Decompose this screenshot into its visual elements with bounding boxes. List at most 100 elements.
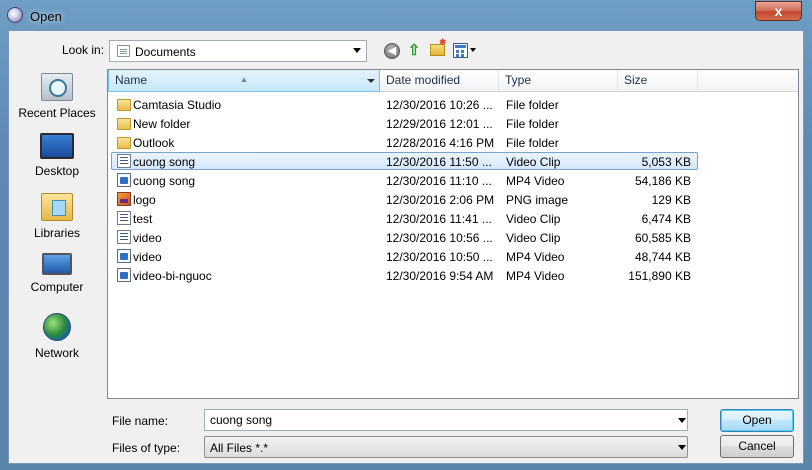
column-size-label: Size xyxy=(624,73,648,87)
file-name-input[interactable]: cuong song xyxy=(204,409,688,431)
file-row[interactable]: New folder 12/29/2016 12:01 ... File folde… xyxy=(108,114,798,133)
file-date: 12/29/2016 12:01 ... xyxy=(386,117,493,131)
file-name: video xyxy=(133,231,162,245)
up-folder-icon[interactable]: ⇧ xyxy=(406,42,422,60)
column-header-date[interactable]: Date modified xyxy=(380,70,499,92)
file-date: 12/28/2016 4:16 PM xyxy=(386,136,495,150)
column-header-blank xyxy=(698,70,798,92)
place-label: Network xyxy=(34,346,79,360)
file-size: 151,890 KB xyxy=(628,269,691,283)
file-list[interactable]: Name ▲ Date modified Type Size Camtasia … xyxy=(107,69,799,399)
column-type-label: Type xyxy=(505,73,532,87)
file-row[interactable]: Outlook 12/28/2016 4:16 PM File folder xyxy=(108,133,798,152)
folder-icon xyxy=(117,118,131,130)
new-folder-icon[interactable] xyxy=(430,37,447,56)
file-size: 60,585 KB xyxy=(634,231,691,245)
column-header-size[interactable]: Size xyxy=(618,70,698,92)
place-label: Computer xyxy=(30,280,84,294)
file-name: Outlook xyxy=(133,136,175,150)
mp4-video-icon xyxy=(117,268,131,282)
file-row[interactable]: video 12/30/2016 10:56 ... Video Clip 60,58… xyxy=(108,228,798,247)
place-label: Desktop xyxy=(34,164,80,178)
open-dialog: Open x Look in: Documents ◀ ⇧ Recent Pla… xyxy=(0,0,812,470)
cancel-button[interactable]: Cancel xyxy=(720,435,794,458)
file-date: 12/30/2016 10:56 ... xyxy=(386,231,493,245)
mp4-video-icon xyxy=(117,249,131,263)
video-clip-icon xyxy=(117,230,131,244)
file-type: PNG image xyxy=(506,193,569,207)
file-date: 12/30/2016 10:50 ... xyxy=(386,250,493,264)
place-label: Recent Places xyxy=(18,106,96,120)
file-type: File folder xyxy=(506,98,559,112)
chevron-down-icon[interactable] xyxy=(678,418,686,423)
file-row[interactable]: logo 12/30/2016 2:06 PM PNG image 129 KB xyxy=(108,190,798,209)
file-name: cuong song xyxy=(133,155,196,169)
file-row[interactable]: video-bi-nguoc 12/30/2016 9:54 AM MP4 Vide… xyxy=(108,266,798,285)
file-type-label: Files of type: xyxy=(112,441,181,455)
place-network[interactable]: Network xyxy=(11,309,103,365)
file-date: 12/30/2016 2:06 PM xyxy=(386,193,495,207)
place-desktop[interactable]: Desktop xyxy=(11,129,103,185)
open-button[interactable]: Open xyxy=(720,409,794,432)
place-recent-places[interactable]: Recent Places xyxy=(11,69,103,125)
file-name: New folder xyxy=(133,117,191,131)
network-icon xyxy=(43,313,71,341)
file-date: 12/30/2016 11:41 ... xyxy=(386,212,492,226)
views-menu-icon[interactable] xyxy=(453,43,468,58)
png-image-icon xyxy=(117,192,131,206)
file-name: Camtasia Studio xyxy=(133,98,222,112)
file-row[interactable]: test 12/30/2016 11:41 ... Video Clip 6,474 … xyxy=(108,209,798,228)
place-label: Libraries xyxy=(33,226,81,240)
video-clip-icon xyxy=(117,211,131,225)
folder-icon xyxy=(117,99,131,111)
libraries-icon xyxy=(41,193,73,221)
file-size: 48,744 KB xyxy=(634,250,691,264)
lookin-dropdown[interactable]: Documents xyxy=(109,40,367,62)
file-type: File folder xyxy=(506,136,559,150)
column-header-name[interactable]: Name ▲ xyxy=(108,70,380,92)
file-type: Video Clip xyxy=(506,155,561,169)
dialog-body: Look in: Documents ◀ ⇧ Recent Places Des… xyxy=(8,30,804,464)
file-type: Video Clip xyxy=(506,212,561,226)
file-type: Video Clip xyxy=(506,231,561,245)
folder-icon xyxy=(117,137,131,149)
sort-ascending-icon: ▲ xyxy=(240,75,248,84)
views-chevron-icon[interactable] xyxy=(470,48,476,52)
close-button[interactable]: x xyxy=(755,1,802,21)
place-computer[interactable]: Computer xyxy=(11,249,103,305)
file-size: 129 KB xyxy=(651,193,691,207)
chevron-down-icon[interactable] xyxy=(678,445,686,450)
file-name: video-bi-nguoc xyxy=(133,269,212,283)
places-bar: Recent Places Desktop Libraries Computer… xyxy=(11,69,103,369)
file-type-dropdown[interactable]: All Files *.* xyxy=(204,436,688,458)
file-name: cuong song xyxy=(133,174,196,188)
file-date: 12/30/2016 11:10 ... xyxy=(386,174,492,188)
file-date: 12/30/2016 11:50 ... xyxy=(386,155,492,169)
file-size: 6,474 KB xyxy=(641,212,691,226)
column-date-label: Date modified xyxy=(386,73,461,87)
file-name: video xyxy=(133,250,162,264)
file-date: 12/30/2016 10:26 ... xyxy=(386,98,493,112)
lookin-label: Look in: xyxy=(62,43,105,57)
title-bar[interactable]: Open x xyxy=(0,0,812,34)
place-libraries[interactable]: Libraries xyxy=(11,189,103,245)
mp4-video-icon xyxy=(117,173,131,187)
file-row-selected[interactable]: cuong song 12/30/2016 11:50 ... Video Clip… xyxy=(108,152,798,171)
file-row[interactable]: video 12/30/2016 10:50 ... MP4 Video 48,744… xyxy=(108,247,798,266)
column-filter-chevron-icon[interactable] xyxy=(367,79,375,83)
video-clip-icon xyxy=(117,154,131,168)
file-date: 12/30/2016 9:54 AM xyxy=(386,269,494,283)
file-type: MP4 Video xyxy=(506,174,565,188)
app-icon xyxy=(7,7,23,23)
file-name: test xyxy=(133,212,153,226)
column-name-label: Name xyxy=(115,73,148,87)
desktop-icon xyxy=(40,133,74,159)
documents-folder-icon xyxy=(117,45,130,57)
file-row[interactable]: cuong song 12/30/2016 11:10 ... MP4 Video 5… xyxy=(108,171,798,190)
chevron-down-icon[interactable] xyxy=(353,48,361,53)
file-row[interactable]: Camtasia Studio 12/30/2016 10:26 ... File … xyxy=(108,95,798,114)
back-icon[interactable]: ◀ xyxy=(384,43,400,59)
column-header-type[interactable]: Type xyxy=(499,70,618,92)
file-name-label: File name: xyxy=(112,414,169,428)
file-type: File folder xyxy=(506,117,559,131)
